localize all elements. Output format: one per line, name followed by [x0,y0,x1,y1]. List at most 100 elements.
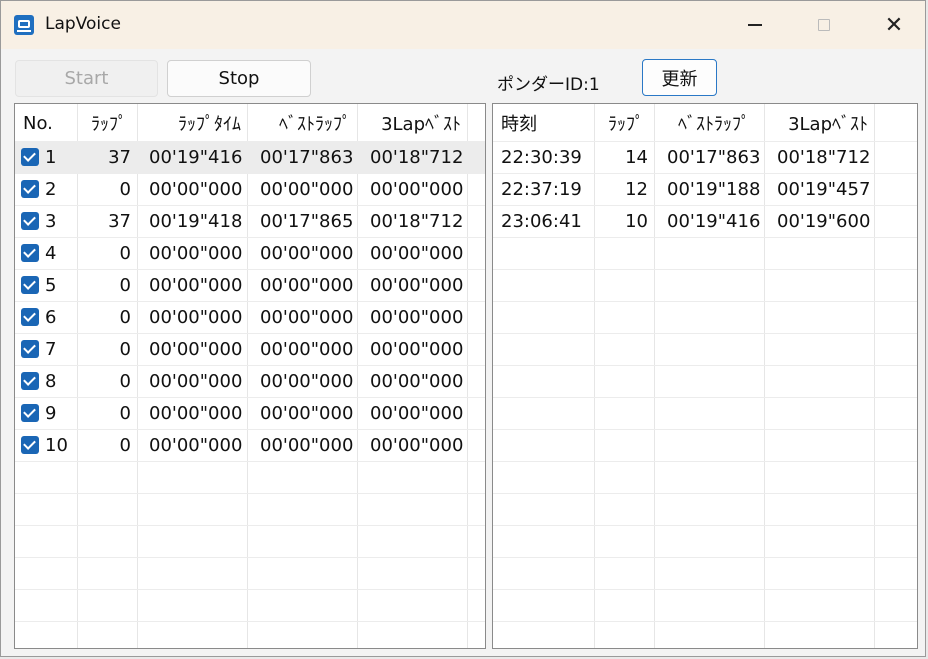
row-divider [493,461,917,462]
cell-lap_time: 00'00"000 [149,274,243,296]
maximize-icon [818,19,830,31]
cell-lap: 0 [119,306,131,328]
cell-no: 7 [45,338,57,360]
row-divider [493,589,917,590]
checkbox-checked-icon[interactable] [21,340,39,358]
cell-lap_time: 00'00"000 [149,306,243,328]
cell-best3: 00'18"712 [777,146,871,168]
column-header[interactable]: ﾗｯﾌﾟ [594,104,654,142]
cell-best_lap: 00'00"000 [260,370,354,392]
stop-button[interactable]: Stop [167,60,311,97]
cell-best_lap: 00'17"863 [260,146,354,168]
row-divider [493,557,917,558]
cell-lap: 14 [625,146,648,168]
cell-best3: 00'19"600 [777,210,871,232]
lapvoice-app-icon [14,15,34,35]
checkbox-checked-icon[interactable] [21,404,39,422]
close-button[interactable]: ✕ [871,1,917,49]
row-divider [493,237,917,238]
row-divider [493,429,917,430]
cell-best3: 00'00"000 [370,402,464,424]
cell-lap: 0 [119,402,131,424]
checkbox-checked-icon[interactable] [21,372,39,390]
window-title: LapVoice [45,14,121,34]
cell-lap_time: 00'00"000 [149,338,243,360]
row-divider [493,525,917,526]
row-divider [493,397,917,398]
cell-best_lap: 00'00"000 [260,402,354,424]
row-divider [493,301,917,302]
row-divider [15,621,485,622]
cell-best_lap: 00'00"000 [260,338,354,360]
refresh-button[interactable]: 更新 [642,59,717,96]
cell-no: 6 [45,306,57,328]
checkbox-checked-icon[interactable] [21,180,39,198]
cell-lap_time: 00'00"000 [149,242,243,264]
minimize-icon [748,24,762,26]
cell-best3: 00'00"000 [370,178,464,200]
column-header[interactable]: ﾗｯﾌﾟﾀｲﾑ [137,104,247,142]
title-bar[interactable]: LapVoice ✕ [1,1,925,49]
column-header[interactable]: 3Lapﾍﾞｽﾄ [357,104,467,142]
column-header[interactable]: ﾍﾞｽﾄﾗｯﾌﾟ [654,104,764,142]
row-divider [493,365,917,366]
cell-no: 3 [45,210,57,232]
cell-lap: 0 [119,338,131,360]
ponder-id-label: ポンダーID:1 [497,75,600,95]
cell-best3: 00'00"000 [370,434,464,456]
row-divider [15,589,485,590]
cell-no: 9 [45,402,57,424]
checkbox-checked-icon[interactable] [21,276,39,294]
cell-best_lap: 00'00"000 [260,434,354,456]
cell-best3: 00'00"000 [370,274,464,296]
cell-best3: 00'00"000 [370,338,464,360]
maximize-button[interactable] [801,1,847,49]
column-header[interactable]: 3Lapﾍﾞｽﾄ [764,104,874,142]
cell-lap_time: 00'00"000 [149,402,243,424]
checkbox-checked-icon[interactable] [21,148,39,166]
checkbox-checked-icon[interactable] [21,212,39,230]
cell-lap: 37 [108,146,131,168]
row-divider [493,269,917,270]
cell-best3: 00'18"712 [370,210,464,232]
start-button[interactable]: Start [15,60,158,97]
cell-best_lap: 00'00"000 [260,274,354,296]
cell-lap: 37 [108,210,131,232]
cell-lap_time: 00'00"000 [149,178,243,200]
cell-lap: 0 [119,242,131,264]
cell-time: 22:37:19 [501,178,582,200]
close-icon: ✕ [884,12,904,38]
row-divider [15,557,485,558]
cell-lap: 0 [119,274,131,296]
column-header[interactable]: 時刻 [493,104,594,142]
checkbox-checked-icon[interactable] [21,436,39,454]
driver-table[interactable]: No. ﾗｯﾌﾟ ﾗｯﾌﾟﾀｲﾑ ﾍﾞｽﾄﾗｯﾌﾟ 3Lapﾍﾞｽﾄ 1 37 00'19"4… [14,103,486,649]
cell-best3: 00'00"000 [370,306,464,328]
cell-best_lap: 00'00"000 [260,178,354,200]
cell-best_lap: 00'00"000 [260,306,354,328]
cell-no: 2 [45,178,57,200]
lap-history-table[interactable]: 時刻 ﾗｯﾌﾟ ﾍﾞｽﾄﾗｯﾌﾟ 3Lapﾍﾞｽﾄ 22:30:39 14 00'17"86… [492,103,918,649]
cell-no: 4 [45,242,57,264]
cell-lap: 0 [119,178,131,200]
cell-no: 1 [45,146,57,168]
app-window: LapVoice ✕ Start Stop ポンダーID:1 更新 No. ﾗｯﾌ… [0,0,926,657]
cell-lap: 0 [119,370,131,392]
cell-best3: 00'18"712 [370,146,464,168]
cell-time: 22:30:39 [501,146,582,168]
cell-best_lap: 00'19"416 [667,210,761,232]
column-header[interactable]: ﾍﾞｽﾄﾗｯﾌﾟ [247,104,357,142]
column-header[interactable]: No. [15,104,77,142]
cell-lap_time: 00'19"418 [149,210,243,232]
cell-best_lap: 00'17"865 [260,210,354,232]
cell-best_lap: 00'00"000 [260,242,354,264]
cell-best3: 00'19"457 [777,178,871,200]
row-divider [15,493,485,494]
minimize-button[interactable] [732,1,778,49]
checkbox-checked-icon[interactable] [21,244,39,262]
cell-best_lap: 00'19"188 [667,178,761,200]
cell-lap_time: 00'00"000 [149,370,243,392]
checkbox-checked-icon[interactable] [21,308,39,326]
column-header[interactable]: ﾗｯﾌﾟ [77,104,137,142]
cell-lap: 12 [625,178,648,200]
